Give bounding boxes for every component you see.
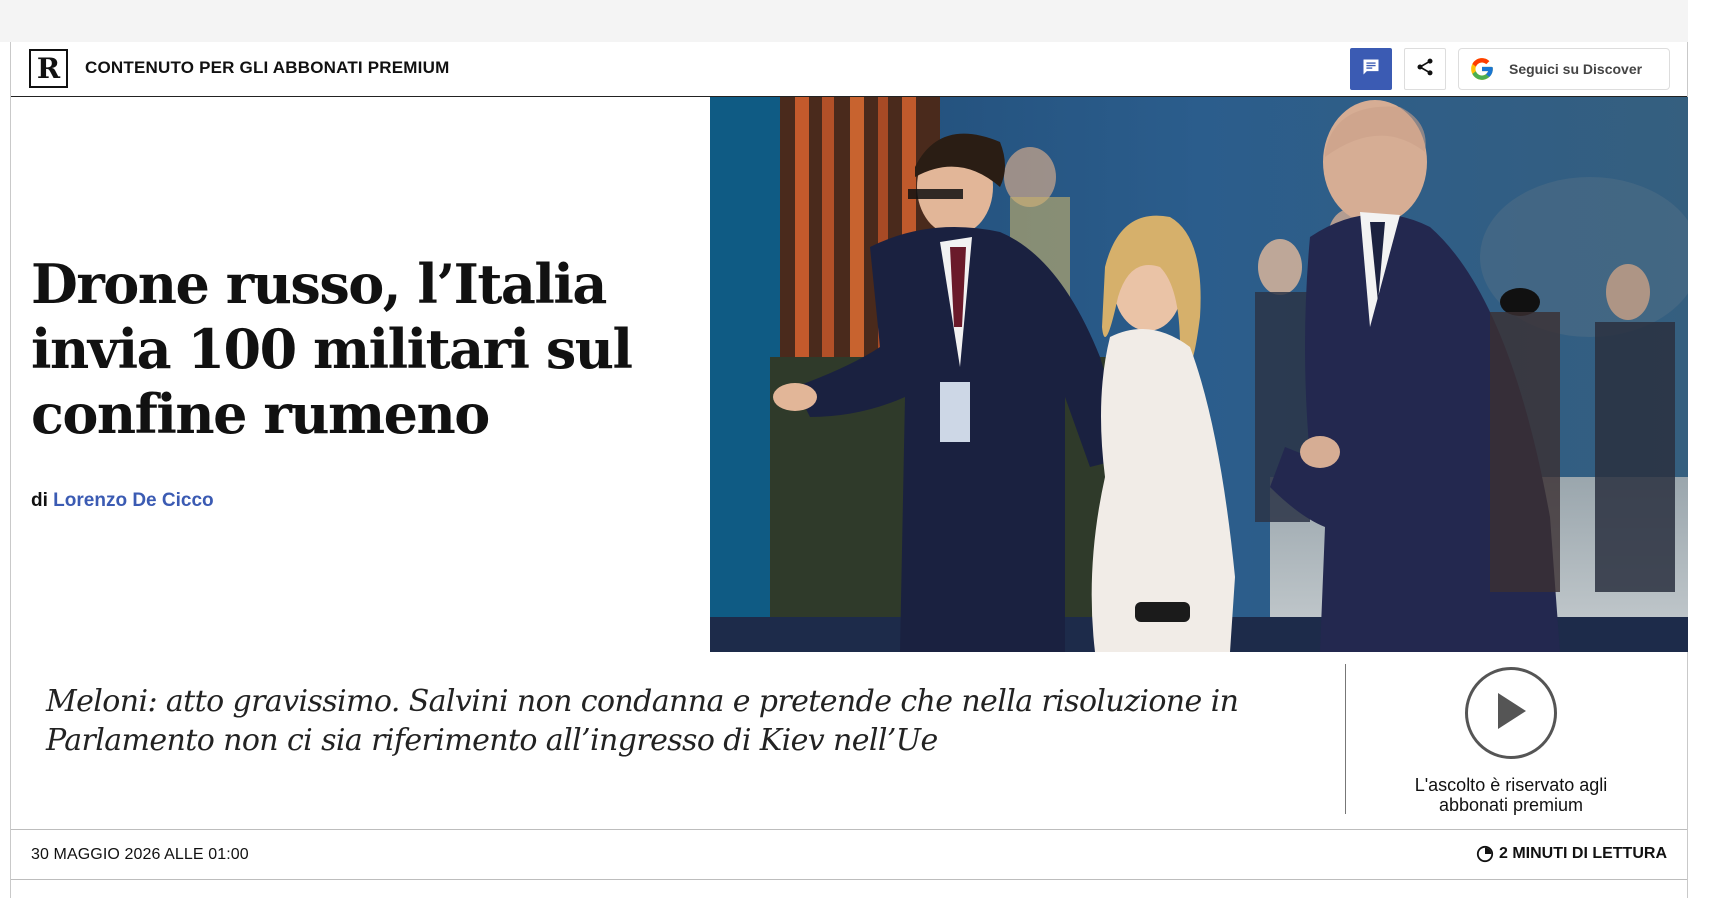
google-discover-button[interactable]: Seguici su Discover <box>1458 48 1670 90</box>
top-gutter <box>0 0 1720 42</box>
audio-premium-note: L'ascolto è riservato agli abbonati prem… <box>1414 775 1608 815</box>
discover-label: Seguici su Discover <box>1509 61 1643 77</box>
audio-play-button[interactable] <box>1465 667 1557 759</box>
comment-icon <box>1361 57 1381 82</box>
article-subtitle: Meloni: atto gravissimo. Salvini non con… <box>46 684 1239 758</box>
share-button[interactable] <box>1404 48 1446 90</box>
play-icon <box>1492 690 1530 737</box>
premium-content-label: CONTENUTO PER GLI ABBONATI PREMIUM <box>85 58 450 77</box>
reading-time-label: 2 MINUTI DI LETTURA <box>1499 845 1667 862</box>
reading-time: 2 MINUTI DI LETTURA <box>1476 845 1667 863</box>
clock-icon <box>1476 845 1494 863</box>
article-header: R CONTENUTO PER GLI ABBONATI PREMIUM Seg… <box>11 42 1687 97</box>
repubblica-logo[interactable]: R <box>29 49 68 88</box>
article-container: R CONTENUTO PER GLI ABBONATI PREMIUM Seg… <box>10 42 1689 898</box>
byline-prefix: di <box>31 490 48 511</box>
article-headline: Drone russo, l’Italia invia 100 militari… <box>31 252 633 446</box>
comments-button[interactable] <box>1350 48 1392 90</box>
article-hero-photo <box>710 97 1689 652</box>
google-icon <box>1469 56 1495 82</box>
byline: di Lorenzo De Cicco <box>31 490 214 512</box>
publish-date: 30 MAGGIO 2026 ALLE 01:00 <box>31 846 249 863</box>
author-link[interactable]: Lorenzo De Cicco <box>53 490 213 511</box>
article-meta-bar: 30 MAGGIO 2026 ALLE 01:00 2 MINUTI DI LE… <box>11 829 1687 880</box>
right-gutter <box>1688 0 1720 898</box>
divider <box>1345 664 1346 814</box>
share-icon <box>1415 57 1435 82</box>
